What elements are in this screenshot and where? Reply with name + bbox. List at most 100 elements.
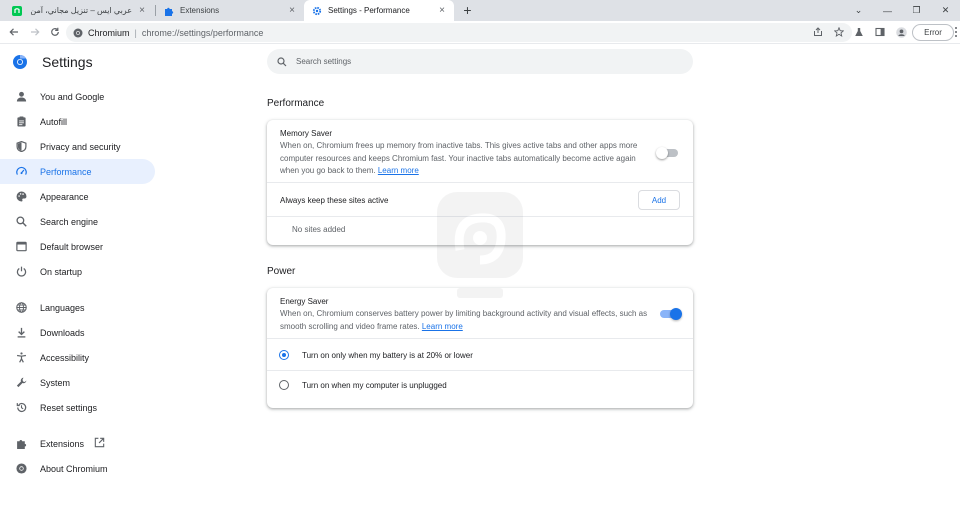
sidebar-item-accessibility[interactable]: Accessibility [0, 345, 155, 370]
unplugged-radio-label[interactable]: Turn on when my computer is unplugged [302, 381, 447, 390]
sidebar-item-performance[interactable]: Performance [0, 159, 155, 184]
battery-20-radio-label[interactable]: Turn on only when my battery is at 20% o… [302, 351, 473, 360]
error-button[interactable]: Error [912, 24, 954, 41]
address-url: chrome://settings/performance [141, 27, 264, 38]
clipboard-icon [15, 116, 27, 128]
bookmark-star-icon[interactable] [833, 26, 845, 38]
wrench-icon [15, 377, 27, 389]
memory-saver-learn-more-link[interactable]: Learn more [378, 166, 419, 175]
energy-saver-learn-more-link[interactable]: Learn more [422, 322, 463, 331]
sidebar-item-label: Downloads [40, 327, 85, 338]
forward-button[interactable] [26, 23, 44, 41]
power-section-title: Power [267, 266, 296, 277]
shield-icon [15, 141, 27, 153]
flask-icon[interactable] [853, 26, 865, 38]
puzzle-icon [15, 438, 27, 450]
restore-button[interactable]: ❐ [902, 0, 931, 21]
reload-button[interactable] [46, 23, 64, 41]
performance-section-title: Performance [267, 98, 325, 109]
search-settings-field[interactable] [267, 49, 693, 74]
sidebar-item-downloads[interactable]: Downloads [0, 320, 155, 345]
tab-close-icon[interactable]: × [286, 5, 298, 17]
card-divider [267, 370, 693, 371]
unplugged-radio[interactable] [279, 380, 289, 390]
address-separator: | [134, 27, 137, 38]
sidebar-item-reset-settings[interactable]: Reset settings [0, 395, 155, 420]
energy-saver-description: When on, Chromium conserves battery powe… [280, 308, 650, 333]
sidebar-item-label: Default browser [40, 241, 104, 252]
sidebar-item-label: System [40, 377, 71, 388]
tab-settings-performance[interactable]: Settings - Performance × [304, 0, 454, 21]
memory-saver-description: When on, Chromium frees up memory from i… [280, 140, 648, 178]
arrow-right-icon [31, 28, 40, 36]
address-host: Chromium [88, 27, 130, 38]
battery-20-radio[interactable] [279, 350, 289, 360]
back-button[interactable] [5, 23, 23, 41]
card-divider [267, 182, 693, 183]
profile-avatar-icon[interactable] [895, 26, 907, 38]
download-icon [15, 327, 27, 339]
sidebar-item-label: Languages [40, 302, 85, 313]
sidebar-item-you-and-google[interactable]: You and Google [0, 84, 155, 109]
memory-saver-description-text: When on, Chromium frees up memory from i… [280, 141, 638, 175]
sidebar-item-autofill[interactable]: Autofill [0, 109, 155, 134]
sidebar-item-system[interactable]: System [0, 370, 155, 395]
chromium-icon [73, 28, 83, 37]
sidebar-item-search-engine[interactable]: Search engine [0, 209, 155, 234]
toolbar-icons [853, 26, 907, 38]
site-favicon-icon [12, 5, 22, 16]
speedometer-icon [15, 166, 27, 178]
tab-title: Settings - Performance [328, 6, 410, 15]
tab-close-icon[interactable]: × [436, 5, 448, 17]
sidebar-item-languages[interactable]: Languages [0, 295, 155, 320]
sidebar-divider [0, 284, 160, 295]
page-title: Settings [42, 54, 93, 70]
energy-saver-toggle[interactable] [660, 308, 682, 320]
tab-close-icon[interactable]: × [136, 5, 148, 17]
sidebar-item-label: Extensions [40, 438, 85, 449]
share-icon[interactable] [812, 26, 824, 38]
open-in-new-icon [94, 437, 105, 450]
omnibox-actions [812, 26, 845, 38]
sidebar-item-label: Reset settings [40, 402, 98, 413]
no-sites-added-text: No sites added [292, 225, 346, 234]
energy-saver-description-text: When on, Chromium conserves battery powe… [280, 309, 648, 331]
toggle-knob [656, 147, 668, 159]
reload-icon [51, 27, 59, 36]
tab-arabic-site[interactable]: عربي ايس – تنزيل مجاني، آمن ويسر × [4, 0, 154, 21]
sidebar-item-label: Autofill [40, 116, 68, 127]
globe-icon [15, 302, 27, 314]
window-controls: ⌄ — ❐ ✕ [844, 0, 960, 21]
sidebar-item-extensions[interactable]: Extensions [0, 431, 155, 456]
more-menu-icon[interactable] [954, 26, 960, 38]
sidebar-item-default-browser[interactable]: Default browser [0, 234, 155, 259]
search-input[interactable] [296, 57, 676, 66]
close-window-button[interactable]: ✕ [931, 0, 960, 21]
sidebar-item-privacy-and-security[interactable]: Privacy and security [0, 134, 155, 159]
address-bar[interactable]: Chromium | chrome://settings/performance [66, 23, 852, 42]
memory-saver-toggle[interactable] [656, 147, 678, 159]
sidebar-item-appearance[interactable]: Appearance [0, 184, 155, 209]
toggle-knob [670, 308, 682, 320]
search-icon [15, 216, 27, 228]
sidebar-item-label: You and Google [40, 91, 105, 102]
sidebar-item-label: Performance [40, 166, 92, 177]
power-icon [15, 266, 27, 278]
tab-extensions[interactable]: Extensions × [156, 0, 304, 21]
browser-toolbar: Chromium | chrome://settings/performance… [0, 21, 960, 44]
accessibility-icon [15, 352, 27, 364]
side-panel-icon[interactable] [874, 26, 886, 38]
tab-search-dropdown-icon[interactable]: ⌄ [844, 0, 873, 21]
new-tab-button[interactable]: + [460, 3, 475, 18]
always-active-label: Always keep these sites active [280, 196, 389, 205]
tab-title: عربي ايس – تنزيل مجاني، آمن ويسر [28, 6, 132, 15]
sidebar-item-label: About Chromium [40, 463, 108, 474]
add-site-button[interactable]: Add [638, 190, 680, 210]
sidebar-item-label: Accessibility [40, 352, 90, 363]
chromium-logo-icon [13, 55, 27, 69]
browser-icon [15, 241, 27, 253]
minimize-button[interactable]: — [873, 0, 902, 21]
settings-sidebar: You and Google Autofill Privacy and secu… [0, 84, 160, 481]
sidebar-item-on-startup[interactable]: On startup [0, 259, 155, 284]
sidebar-item-about-chromium[interactable]: About Chromium [0, 456, 155, 481]
